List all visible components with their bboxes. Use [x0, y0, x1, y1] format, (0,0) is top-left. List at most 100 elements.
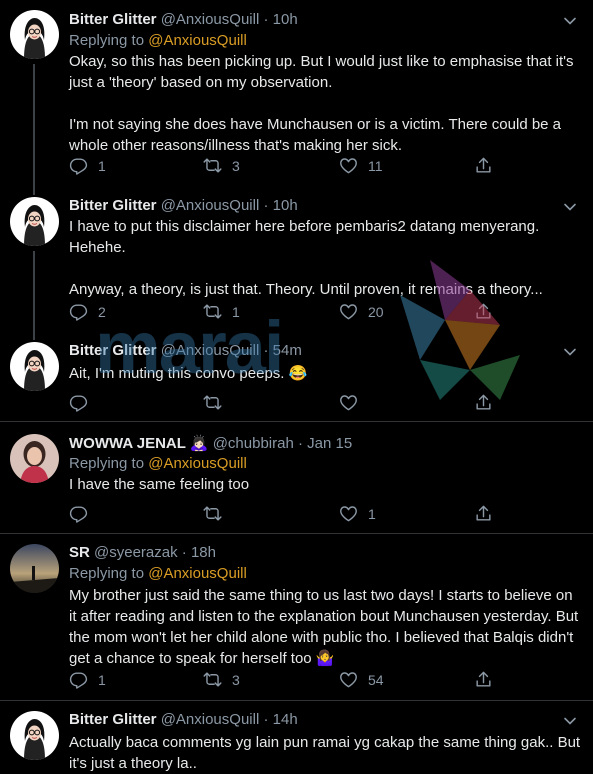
display-name[interactable]: Bitter Glitter: [69, 11, 157, 28]
retweet-count: 3: [232, 671, 240, 688]
share-button[interactable]: [474, 393, 493, 412]
timestamp[interactable]: 54m: [273, 342, 302, 359]
reply-button[interactable]: 1: [69, 156, 106, 175]
replying-to-label: Replying to: [69, 455, 145, 472]
retweet-icon: [203, 156, 222, 175]
timestamp[interactable]: 10h: [273, 197, 298, 214]
reply-count: 1: [98, 671, 106, 688]
heart-icon: [339, 156, 358, 175]
separator-dot: ·: [297, 435, 303, 452]
avatar[interactable]: [10, 434, 59, 483]
retweet-count: 3: [232, 157, 240, 174]
avatar[interactable]: [10, 544, 59, 593]
user-handle[interactable]: @AnxiousQuill: [161, 197, 260, 214]
tweet[interactable]: Bitter Glitter @AnxiousQuill · 10h Reply…: [0, 0, 593, 183]
tweet-actions: 2 1 20: [69, 302, 509, 324]
profile-photo: [10, 544, 59, 593]
tweet-text: I have the same feeling too: [69, 474, 584, 495]
like-button[interactable]: 54: [339, 670, 384, 689]
reply-icon: [69, 393, 88, 412]
user-handle[interactable]: @AnxiousQuill: [161, 342, 260, 359]
tweet[interactable]: Bitter Glitter @AnxiousQuill · 14h Actua…: [0, 701, 593, 772]
reply-count: 2: [98, 303, 106, 320]
chevron-down-icon[interactable]: [563, 200, 577, 214]
share-icon: [474, 156, 493, 175]
tweet-paragraph: Anyway, a theory, is just that. Theory. …: [69, 281, 543, 298]
display-name[interactable]: Bitter Glitter: [69, 197, 157, 214]
timestamp[interactable]: 10h: [273, 11, 298, 28]
tweet-actions: [69, 393, 509, 415]
user-handle[interactable]: @AnxiousQuill: [161, 711, 260, 728]
replying-to-label: Replying to: [69, 32, 145, 49]
like-button[interactable]: 11: [339, 156, 383, 175]
tweet-header: SR @syeerazak · 18h: [69, 544, 216, 561]
mention-link[interactable]: @AnxiousQuill: [148, 32, 247, 49]
user-handle[interactable]: @chubbirah: [213, 435, 294, 452]
display-name[interactable]: Bitter Glitter: [69, 342, 157, 359]
tweet-paragraph: My brother just said the same thing to u…: [69, 587, 579, 667]
timestamp[interactable]: Jan 15: [307, 435, 352, 452]
share-icon: [474, 302, 493, 321]
retweet-button[interactable]: 3: [203, 670, 240, 689]
heart-icon: [339, 393, 358, 412]
display-name[interactable]: WOWWA JENAL 🙇🏻‍♀️: [69, 435, 209, 452]
reply-count: 1: [98, 157, 106, 174]
avatar[interactable]: [10, 10, 59, 59]
user-handle[interactable]: @syeerazak: [94, 544, 178, 561]
like-count: 54: [368, 671, 384, 688]
tweet-text: Ait, I'm muting this convo peeps. 😂: [69, 363, 584, 384]
retweet-icon: [203, 670, 222, 689]
timestamp[interactable]: 14h: [273, 711, 298, 728]
thread-line: [33, 64, 35, 183]
retweet-count: 1: [232, 303, 240, 320]
tweet-paragraph: Ait, I'm muting this convo peeps. 😂: [69, 365, 308, 382]
share-button[interactable]: [474, 504, 493, 523]
display-name[interactable]: Bitter Glitter: [69, 711, 157, 728]
tweet-header: Bitter Glitter @AnxiousQuill · 10h: [69, 11, 298, 28]
share-button[interactable]: [474, 156, 493, 175]
share-button[interactable]: [474, 670, 493, 689]
like-button[interactable]: [339, 393, 368, 412]
retweet-button[interactable]: [203, 393, 232, 412]
tweet-text: My brother just said the same thing to u…: [69, 585, 584, 669]
replying-to-label: Replying to: [69, 565, 145, 582]
user-handle[interactable]: @AnxiousQuill: [161, 11, 260, 28]
retweet-button[interactable]: 1: [203, 302, 240, 321]
reply-button[interactable]: 1: [69, 670, 106, 689]
mention-link[interactable]: @AnxiousQuill: [148, 565, 247, 582]
tweet-paragraph: I have the same feeling too: [69, 476, 250, 493]
tweet[interactable]: WOWWA JENAL 🙇🏻‍♀️ @chubbirah · Jan 15 Re…: [0, 422, 593, 533]
avatar[interactable]: [10, 711, 59, 760]
chevron-down-icon[interactable]: [563, 14, 577, 28]
tweet[interactable]: Bitter Glitter @AnxiousQuill · 54m Ait, …: [0, 328, 593, 421]
tweet-actions: 1 3 54: [69, 670, 509, 692]
retweet-button[interactable]: 3: [203, 156, 240, 175]
separator-dot: ·: [263, 711, 269, 728]
chevron-down-icon[interactable]: [563, 345, 577, 359]
timestamp[interactable]: 18h: [191, 544, 216, 561]
display-name[interactable]: SR: [69, 544, 90, 561]
reply-button[interactable]: [69, 504, 98, 523]
separator-dot: ·: [181, 544, 187, 561]
share-icon: [474, 504, 493, 523]
like-button[interactable]: 1: [339, 504, 376, 523]
tweet-paragraph: Actually baca comments yg lain pun ramai…: [69, 734, 581, 772]
thread-line: [33, 328, 35, 340]
chevron-down-icon[interactable]: [563, 714, 577, 728]
avatar[interactable]: [10, 197, 59, 246]
heart-icon: [339, 302, 358, 321]
mention-link[interactable]: @AnxiousQuill: [148, 455, 247, 472]
tweet[interactable]: Bitter Glitter @AnxiousQuill · 10h I hav…: [0, 183, 593, 328]
retweet-button[interactable]: [203, 504, 232, 523]
reply-button[interactable]: [69, 393, 98, 412]
tweet[interactable]: SR @syeerazak · 18h Replying to @Anxious…: [0, 534, 593, 700]
avatar[interactable]: [10, 342, 59, 391]
share-button[interactable]: [474, 302, 493, 321]
reply-icon: [69, 670, 88, 689]
retweet-icon: [203, 504, 222, 523]
reply-button[interactable]: 2: [69, 302, 106, 321]
like-count: 20: [368, 303, 384, 320]
like-button[interactable]: 20: [339, 302, 384, 321]
replying-to: Replying to @AnxiousQuill: [69, 32, 247, 49]
heart-icon: [339, 670, 358, 689]
